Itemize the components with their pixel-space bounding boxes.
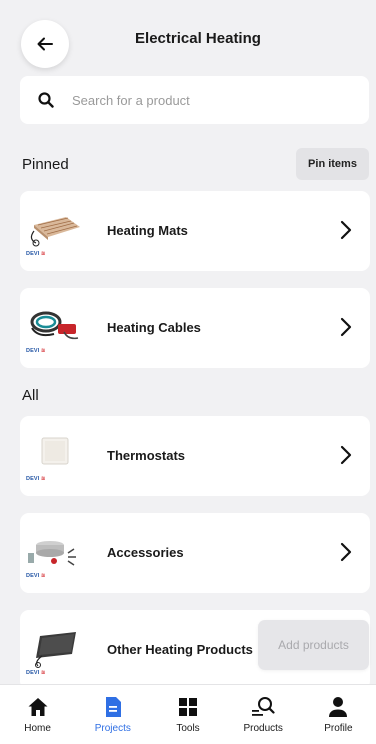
devi-logo: DEVI ≋ — [26, 348, 46, 354]
nav-label: Projects — [94, 723, 131, 734]
document-icon — [105, 697, 121, 717]
add-products-button[interactable]: Add products — [258, 620, 369, 670]
product-category-thermostats[interactable]: DEVI ≋ Thermostats — [20, 416, 370, 496]
electrical-heating-screen: Electrical Heating Pinned Pin items — [0, 0, 376, 744]
arrow-left-icon — [37, 37, 53, 51]
heating-mats-thumbnail: DEVI ≋ — [24, 201, 82, 257]
bottom-navigation: Home Projects Tools Products Profile — [0, 684, 376, 744]
page-title: Electrical Heating — [135, 30, 261, 47]
card-label: Thermostats — [107, 448, 186, 463]
nav-tools[interactable]: Tools — [150, 685, 225, 744]
devi-logo: DEVI ≋ — [26, 251, 46, 257]
chevron-right-icon — [340, 317, 352, 337]
card-label: Heating Cables — [107, 320, 201, 335]
product-category-heating-mats[interactable]: DEVI ≋ Heating Mats — [20, 191, 370, 271]
nav-label: Tools — [176, 723, 200, 734]
search-box[interactable] — [20, 76, 369, 124]
search-input[interactable] — [72, 92, 342, 108]
product-category-accessories[interactable]: DEVI ≋ Accessories — [20, 513, 370, 593]
card-label: Other Heating Products — [107, 642, 253, 657]
pin-items-button[interactable]: Pin items — [296, 148, 369, 180]
other-heating-products-thumbnail: DEVI ≋ — [24, 620, 82, 676]
accessories-thumbnail: DEVI ≋ — [24, 523, 82, 579]
search-products-icon — [252, 697, 275, 716]
nav-label: Products — [243, 723, 283, 734]
chevron-right-icon — [340, 220, 352, 240]
devi-logo: DEVI ≋ — [26, 476, 46, 482]
back-button[interactable] — [21, 20, 69, 68]
nav-label: Profile — [324, 723, 353, 734]
product-category-heating-cables[interactable]: DEVI ≋ Heating Cables — [20, 288, 370, 368]
thermostats-thumbnail: DEVI ≋ — [24, 426, 82, 482]
search-icon — [38, 92, 54, 108]
all-section-title: All — [22, 387, 39, 404]
card-label: Heating Mats — [107, 223, 188, 238]
nav-projects[interactable]: Projects — [75, 685, 150, 744]
card-label: Accessories — [107, 545, 184, 560]
nav-products[interactable]: Products — [226, 685, 301, 744]
nav-home[interactable]: Home — [0, 685, 75, 744]
pinned-section-title: Pinned — [22, 156, 69, 173]
devi-logo: DEVI ≋ — [26, 573, 46, 579]
nav-profile[interactable]: Profile — [301, 685, 376, 744]
chevron-right-icon — [340, 542, 352, 562]
person-icon — [329, 697, 348, 717]
nav-label: Home — [24, 723, 51, 734]
chevron-right-icon — [340, 445, 352, 465]
grid-icon — [179, 698, 197, 716]
home-icon — [28, 698, 48, 716]
devi-logo: DEVI ≋ — [26, 670, 46, 676]
heating-cables-thumbnail: DEVI ≋ — [24, 298, 82, 354]
